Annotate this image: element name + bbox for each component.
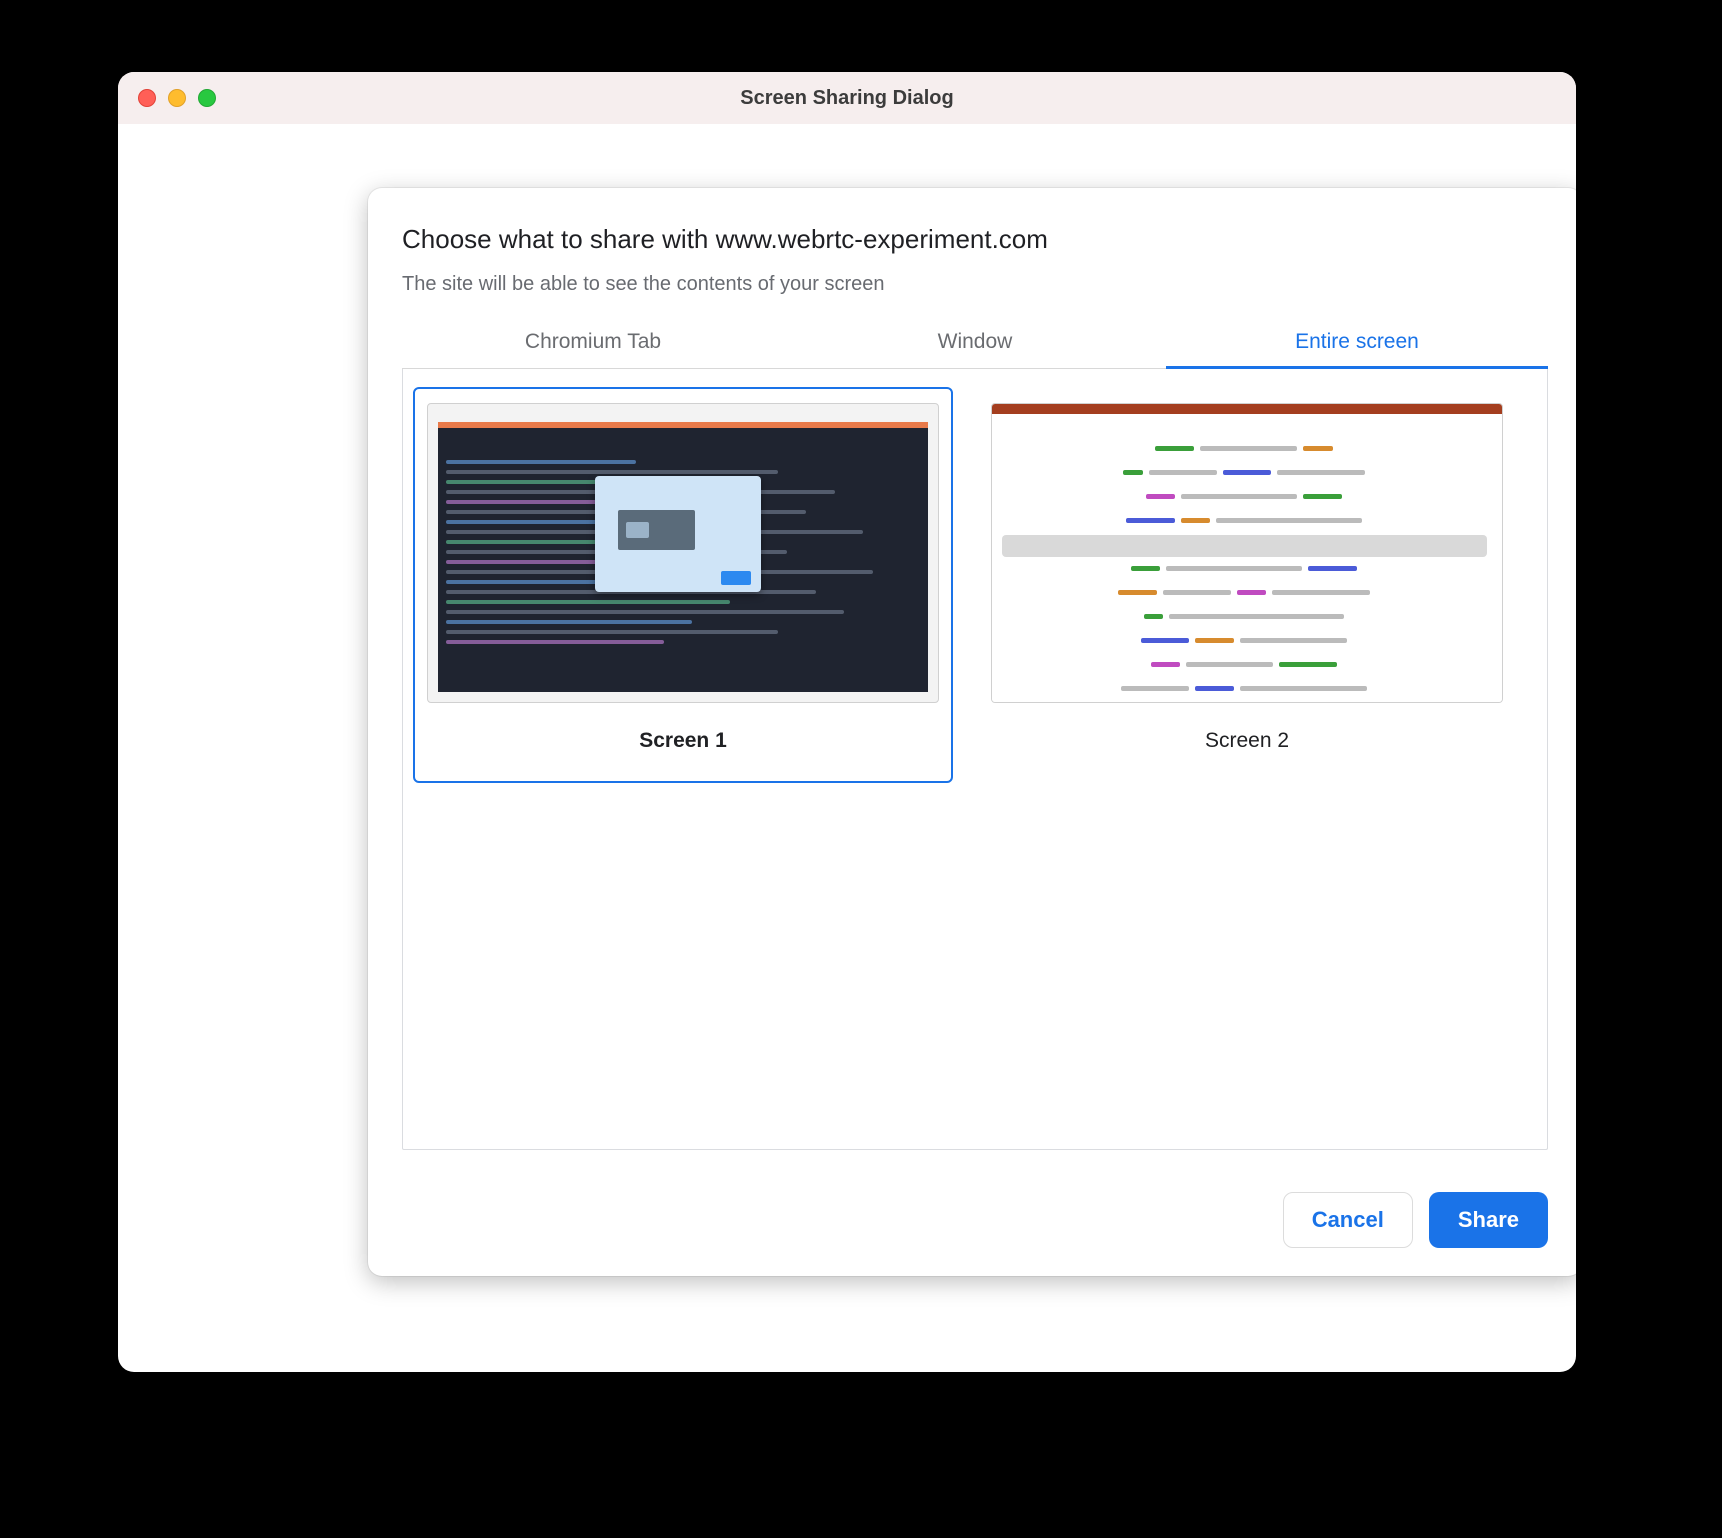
screen-thumbnail-1 bbox=[427, 403, 939, 703]
window-title: Screen Sharing Dialog bbox=[118, 87, 1576, 110]
minimize-icon[interactable] bbox=[168, 89, 186, 107]
screen-label-1: Screen 1 bbox=[427, 729, 939, 753]
traffic-lights bbox=[138, 89, 216, 107]
dialog-title: Choose what to share with www.webrtc-exp… bbox=[402, 224, 1548, 255]
screen-label-2: Screen 2 bbox=[991, 729, 1503, 753]
tab-chromium-tab[interactable]: Chromium Tab bbox=[402, 322, 784, 368]
tab-window[interactable]: Window bbox=[784, 322, 1166, 368]
dialog-footer: Cancel Share bbox=[402, 1192, 1548, 1248]
screen-option-2[interactable]: Screen 2 bbox=[977, 387, 1517, 783]
share-button[interactable]: Share bbox=[1429, 1192, 1548, 1248]
cancel-button[interactable]: Cancel bbox=[1283, 1192, 1413, 1248]
browser-window: Screen Sharing Dialog Choose what to sha… bbox=[118, 72, 1576, 1372]
close-icon[interactable] bbox=[138, 89, 156, 107]
screen-option-1[interactable]: Screen 1 bbox=[413, 387, 953, 783]
share-dialog: Choose what to share with www.webrtc-exp… bbox=[368, 188, 1576, 1276]
screens-list: Screen 1 bbox=[402, 369, 1548, 1150]
tab-bar: Chromium Tab Window Entire screen bbox=[402, 322, 1548, 369]
screen-thumbnail-2 bbox=[991, 403, 1503, 703]
titlebar: Screen Sharing Dialog bbox=[118, 72, 1576, 124]
tab-entire-screen[interactable]: Entire screen bbox=[1166, 322, 1548, 368]
dialog-subtitle: The site will be able to see the content… bbox=[402, 273, 1548, 296]
fullscreen-icon[interactable] bbox=[198, 89, 216, 107]
